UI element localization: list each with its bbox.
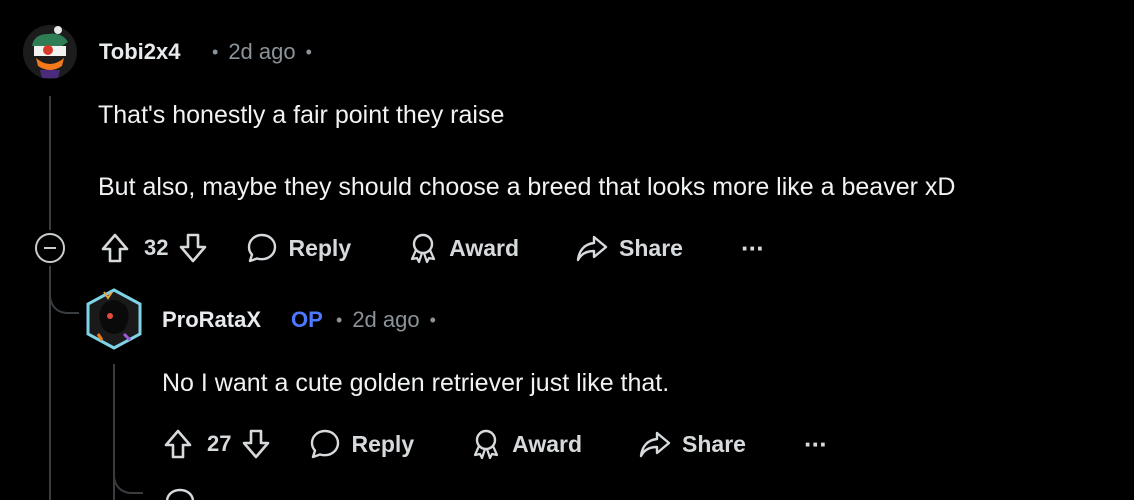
comment-paragraph: No I want a cute golden retriever just l…	[162, 369, 670, 397]
comment-meta: • 2d ago •	[336, 307, 436, 333]
separator-dot: •	[429, 309, 436, 330]
downvote-icon[interactable]	[178, 232, 208, 264]
separator-dot: •	[336, 309, 343, 330]
thread-line-root	[49, 96, 51, 230]
vote-count: 32	[144, 235, 169, 260]
share-button[interactable]: Share	[638, 429, 746, 459]
username[interactable]: ProRataX	[162, 307, 261, 333]
downvote-icon[interactable]	[241, 428, 271, 460]
award-icon	[474, 429, 499, 460]
thread-connector	[49, 290, 79, 314]
comment-meta: • 2d ago •	[212, 39, 312, 65]
share-button[interactable]: Share	[575, 233, 683, 263]
chat-bubble-icon[interactable]	[164, 488, 196, 500]
award-button[interactable]: Award	[407, 232, 519, 264]
timestamp[interactable]: 2d ago	[352, 307, 419, 333]
reply-button[interactable]: Reply	[246, 232, 351, 264]
username[interactable]: Tobi2x4	[99, 39, 181, 65]
separator-dot: •	[212, 41, 219, 62]
award-label: Award	[512, 430, 583, 457]
share-label: Share	[619, 234, 683, 261]
thread-connector-child	[113, 470, 143, 494]
reply-label: Reply	[351, 430, 415, 457]
share-icon	[576, 235, 608, 262]
more-options-button[interactable]: ···	[741, 233, 765, 264]
comment-actions: 27 Reply Award Share ···	[163, 424, 828, 464]
avatar[interactable]	[84, 286, 144, 352]
award-label: Award	[449, 234, 520, 261]
separator-dot: •	[305, 41, 312, 62]
award-button[interactable]: Award	[470, 428, 582, 460]
share-icon	[639, 431, 671, 458]
upvote-icon[interactable]	[163, 428, 193, 460]
reply-label: Reply	[288, 234, 352, 261]
chat-bubble-icon	[311, 429, 340, 459]
collapse-thread-button[interactable]	[35, 233, 65, 263]
timestamp[interactable]: 2d ago	[228, 39, 295, 65]
reply-button[interactable]: Reply	[309, 428, 414, 460]
op-badge: OP	[291, 307, 323, 332]
minus-icon	[44, 247, 56, 249]
upvote-icon[interactable]	[100, 232, 130, 264]
chat-bubble-icon	[248, 233, 277, 263]
comment-actions: 32 Reply Award Share ···	[100, 228, 765, 268]
comment-paragraph: But also, maybe they should choose a bre…	[98, 173, 956, 201]
vote-count: 27	[207, 431, 232, 456]
award-icon	[411, 233, 436, 264]
avatar[interactable]	[22, 24, 78, 80]
share-label: Share	[682, 430, 746, 457]
more-options-button[interactable]: ···	[804, 429, 828, 460]
comment-paragraph: That's honestly a fair point they raise	[98, 101, 505, 129]
